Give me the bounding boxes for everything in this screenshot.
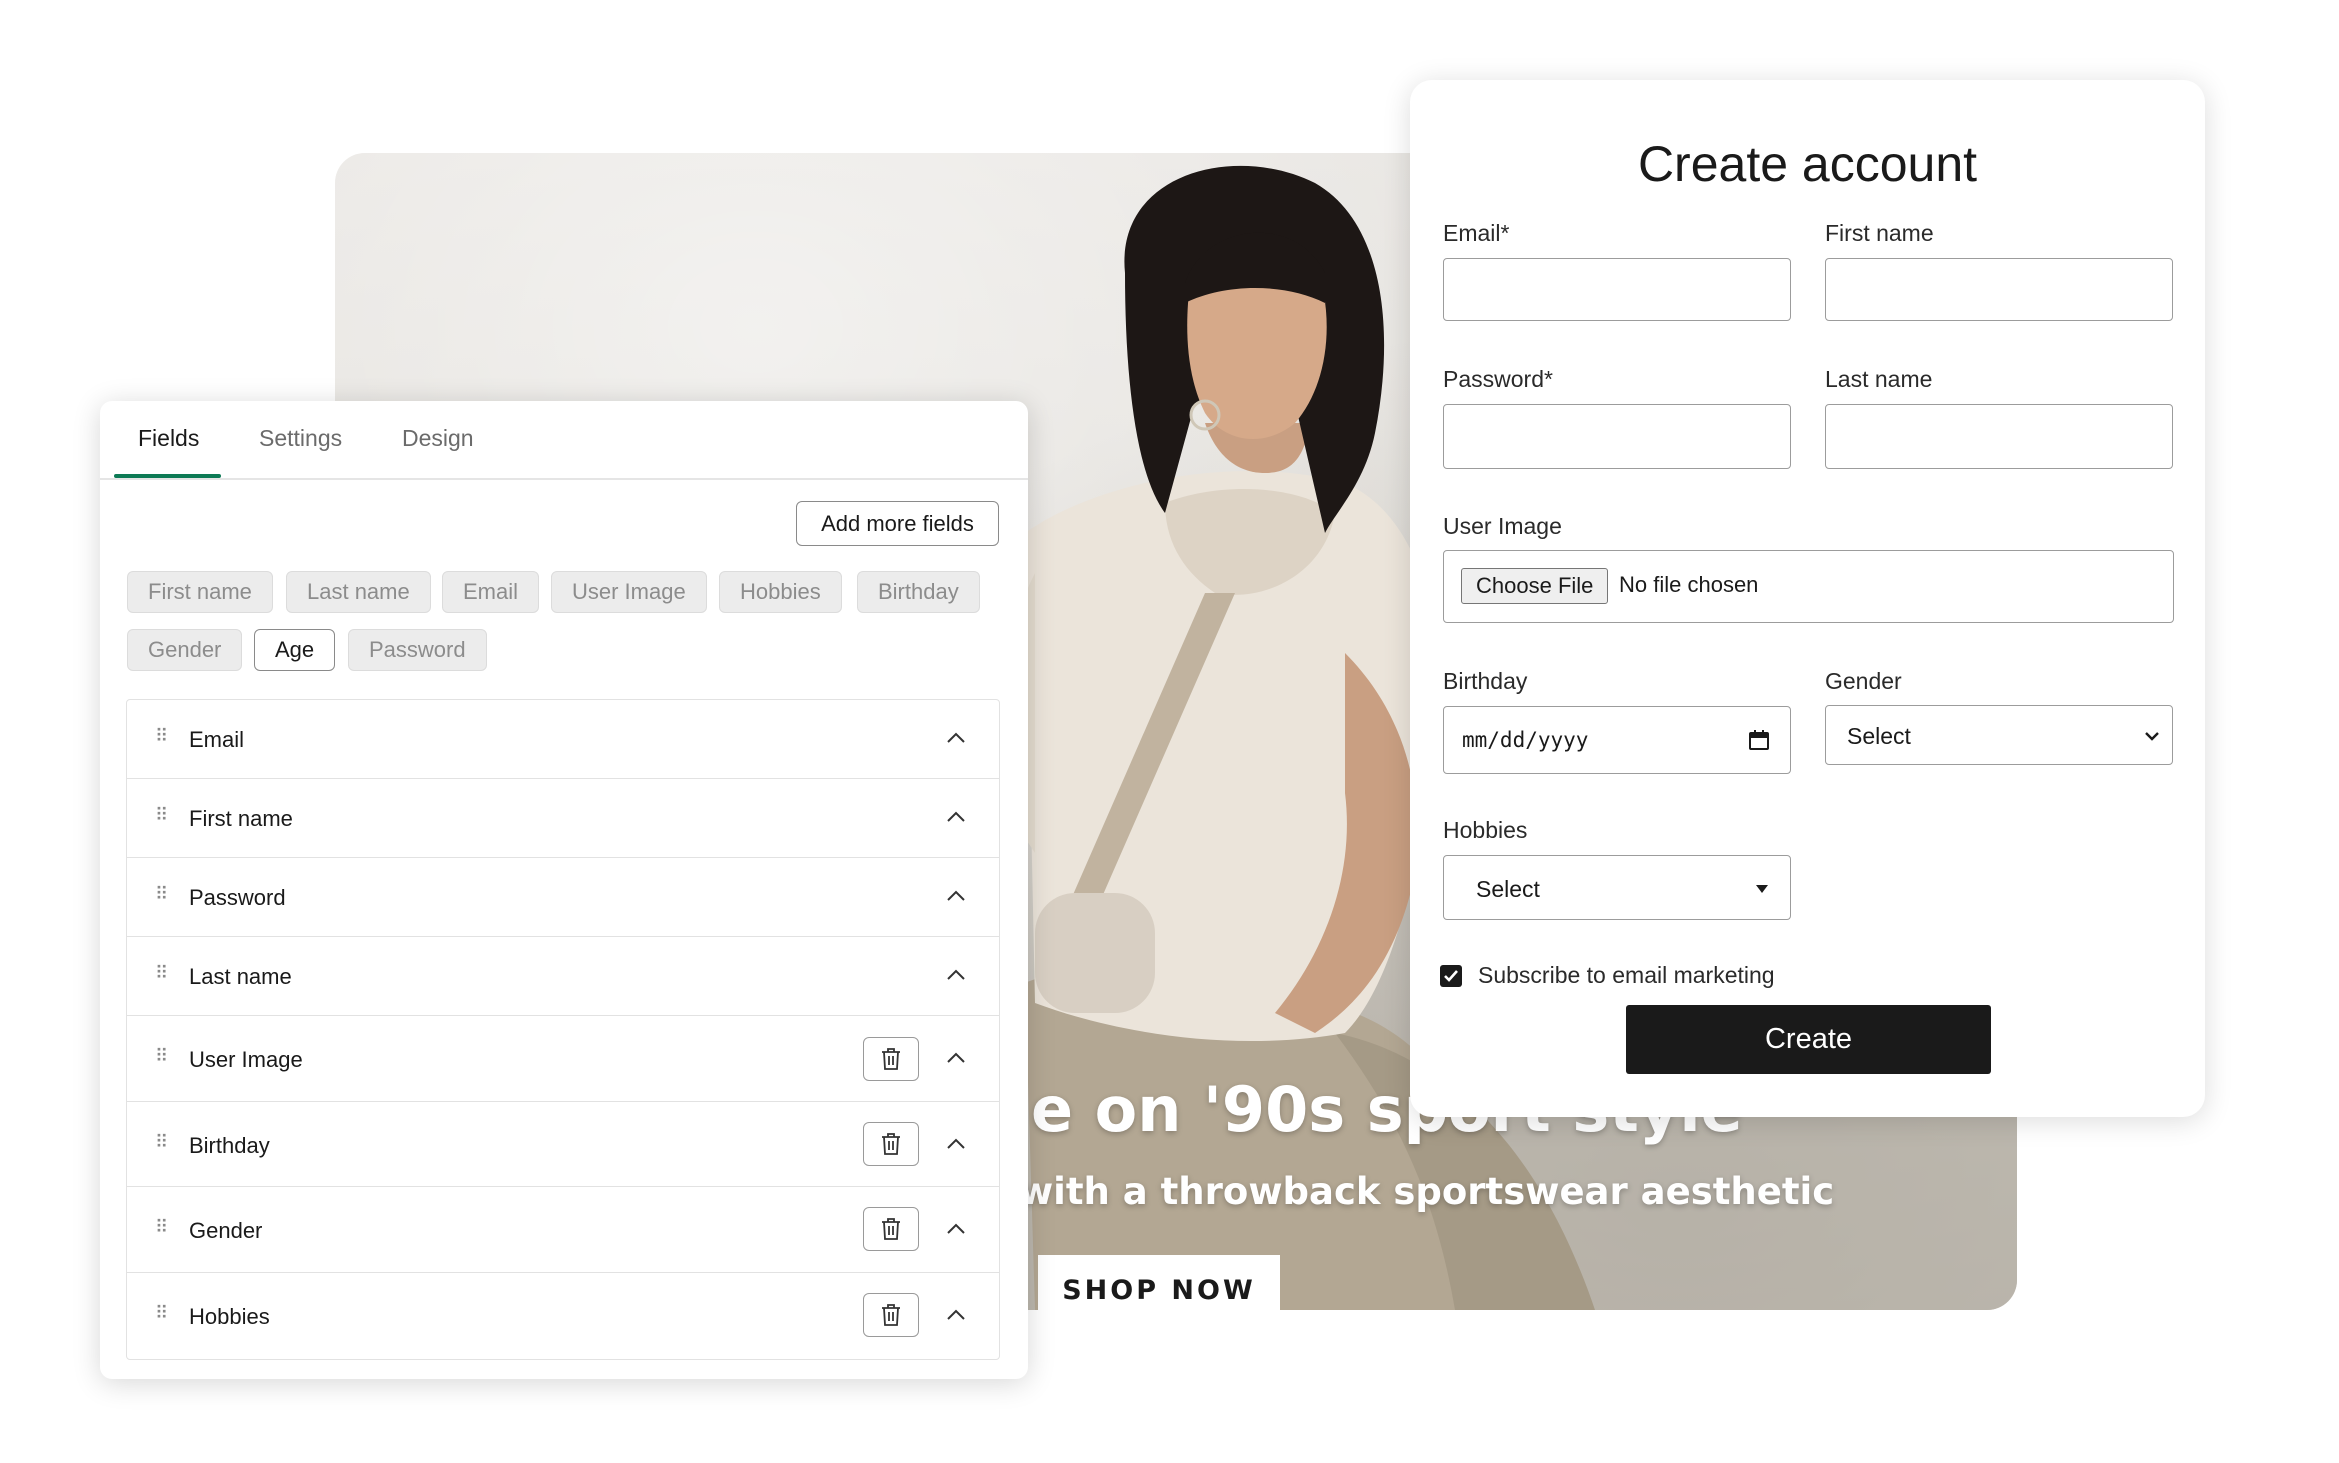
chip-birthday[interactable]: Birthday [857, 571, 980, 613]
trash-icon [882, 1133, 900, 1155]
drag-handle-icon[interactable]: ⠿ [155, 1303, 168, 1324]
birthday-date-input[interactable]: mm/dd/yyyy [1443, 706, 1791, 774]
field-row-user-image[interactable]: ⠿ User Image [127, 1016, 999, 1102]
form-title: Create account [1637, 136, 1978, 192]
field-label: Password [189, 885, 286, 910]
delete-field-button[interactable] [863, 1207, 919, 1251]
last-name-field[interactable] [1825, 404, 2173, 469]
add-more-fields-button[interactable]: Add more fields [796, 501, 999, 546]
delete-field-button[interactable] [863, 1293, 919, 1337]
field-label: User Image [189, 1047, 303, 1072]
no-file-text: No file chosen [1619, 572, 1759, 597]
password-label: Password* [1443, 366, 1553, 392]
drag-handle-icon[interactable]: ⠿ [155, 726, 168, 747]
hobbies-select[interactable]: Select [1443, 855, 1791, 920]
birthday-label: Birthday [1443, 668, 1528, 694]
chevron-up-icon[interactable] [945, 1307, 967, 1321]
email-field[interactable] [1443, 258, 1791, 321]
choose-file-button[interactable]: Choose File [1461, 568, 1609, 604]
delete-field-button[interactable] [863, 1037, 919, 1081]
last-name-label: Last name [1825, 366, 1933, 392]
trash-icon [882, 1218, 900, 1240]
trash-icon [882, 1048, 900, 1070]
trash-icon [882, 1304, 900, 1326]
user-image-file-input: Choose File No file chosen [1443, 550, 2174, 623]
field-row-gender[interactable]: ⠿ Gender [127, 1187, 999, 1273]
chevron-up-icon[interactable] [945, 809, 967, 823]
gender-label: Gender [1825, 668, 1902, 694]
field-list: ⠿ Email ⠿ First name ⠿ Password ⠿ Last n… [126, 699, 1000, 1360]
chevron-up-icon[interactable] [945, 967, 967, 981]
field-label: Last name [189, 964, 292, 989]
chip-gender[interactable]: Gender [127, 629, 243, 671]
delete-field-button[interactable] [863, 1122, 919, 1166]
date-placeholder: mm/dd/yyyy [1462, 728, 1589, 752]
create-button[interactable]: Create [1626, 1005, 1991, 1074]
tab-settings[interactable]: Settings [259, 425, 342, 452]
chip-password[interactable]: Password [348, 629, 487, 671]
field-row-hobbies[interactable]: ⠿ Hobbies [127, 1273, 999, 1359]
subscribe-checkbox[interactable] [1440, 965, 1462, 987]
hobbies-select-value: Select [1476, 876, 1540, 902]
field-label: Birthday [189, 1133, 270, 1158]
chip-email[interactable]: Email [442, 571, 540, 613]
drag-handle-icon[interactable]: ⠿ [155, 884, 168, 905]
drag-handle-icon[interactable]: ⠿ [155, 1132, 168, 1153]
field-row-last-name[interactable]: ⠿ Last name [127, 937, 999, 1016]
chevron-up-icon[interactable] [945, 1221, 967, 1235]
first-name-label: First name [1825, 220, 1934, 246]
email-label: Email* [1443, 220, 1510, 246]
chevron-up-icon[interactable] [945, 1050, 967, 1064]
drag-handle-icon[interactable]: ⠿ [155, 1046, 168, 1067]
shop-now-button[interactable]: SHOP NOW [1038, 1255, 1280, 1310]
tab-fields[interactable]: Fields [138, 425, 199, 452]
hobbies-label: Hobbies [1443, 817, 1528, 843]
fields-editor-panel: Fields Settings Design Add more fields F… [100, 401, 1028, 1379]
editor-tabs: Fields Settings Design [100, 401, 1028, 480]
checkmark-icon [1444, 970, 1458, 982]
field-label: Gender [189, 1218, 263, 1243]
create-account-card: Create account Email* First name Passwor… [1410, 80, 2205, 1117]
drag-handle-icon[interactable]: ⠿ [155, 963, 168, 984]
user-image-label: User Image [1443, 513, 1562, 539]
field-row-password[interactable]: ⠿ Password [127, 858, 999, 937]
field-row-email[interactable]: ⠿ Email [127, 700, 999, 779]
chip-first-name[interactable]: First name [127, 571, 273, 613]
hero-subheadline: with a throwback sportswear aesthetic [1019, 1170, 1835, 1213]
subscribe-label: Subscribe to email marketing [1478, 962, 1775, 988]
gender-select-value: Select [1847, 723, 1911, 749]
chevron-up-icon[interactable] [945, 888, 967, 902]
chip-age[interactable]: Age [254, 629, 336, 671]
drag-handle-icon[interactable]: ⠿ [155, 1217, 168, 1238]
chip-last-name[interactable]: Last name [286, 571, 431, 613]
calendar-icon[interactable] [1748, 729, 1770, 751]
caret-down-icon [1756, 885, 1768, 893]
chip-user-image[interactable]: User Image [551, 571, 707, 613]
chevron-down-icon [2145, 732, 2159, 741]
active-tab-indicator [114, 474, 221, 478]
field-label: Email [189, 727, 245, 752]
field-label: Hobbies [189, 1304, 270, 1329]
chevron-up-icon[interactable] [945, 1136, 967, 1150]
field-row-birthday[interactable]: ⠿ Birthday [127, 1102, 999, 1187]
field-row-first-name[interactable]: ⠿ First name [127, 779, 999, 858]
gender-select[interactable]: Select [1825, 705, 2173, 765]
password-field[interactable] [1443, 404, 1791, 469]
tab-design[interactable]: Design [402, 425, 474, 452]
chip-hobbies[interactable]: Hobbies [719, 571, 842, 613]
chevron-up-icon[interactable] [945, 730, 967, 744]
drag-handle-icon[interactable]: ⠿ [155, 805, 168, 826]
first-name-field[interactable] [1825, 258, 2173, 321]
field-label: First name [189, 806, 293, 831]
